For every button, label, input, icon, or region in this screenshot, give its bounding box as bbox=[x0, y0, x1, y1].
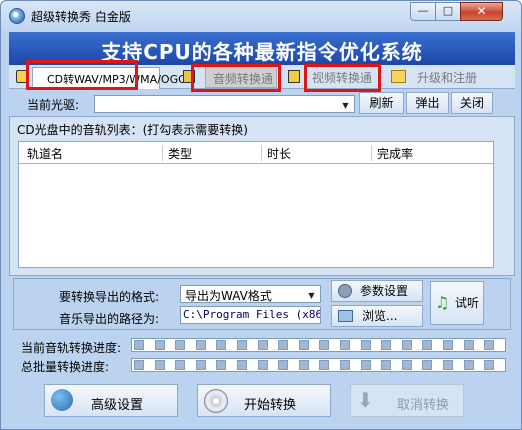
folder-icon bbox=[338, 310, 353, 322]
progress-segment bbox=[195, 360, 206, 370]
progress-segment bbox=[443, 360, 453, 370]
listen-button-label: 试听 bbox=[455, 296, 480, 310]
column-header-type[interactable]: 类型 bbox=[168, 145, 192, 162]
progress-segment bbox=[319, 360, 330, 370]
progress-segment bbox=[381, 340, 392, 350]
gear-icon bbox=[338, 284, 352, 298]
progress-segment bbox=[484, 340, 495, 350]
progress-segment bbox=[422, 340, 433, 350]
progress-segment bbox=[422, 360, 433, 370]
chevron-down-icon: ▼ bbox=[342, 101, 349, 110]
column-divider bbox=[371, 145, 372, 161]
format-select[interactable]: 导出为WAV格式 ▼ bbox=[180, 285, 321, 303]
close-tray-button[interactable]: 关闭 bbox=[451, 92, 493, 114]
format-select-value: 导出为WAV格式 bbox=[185, 289, 272, 303]
progress-segment bbox=[401, 360, 412, 370]
drive-label: 当前光驱: bbox=[27, 98, 80, 112]
disc-icon bbox=[204, 389, 228, 413]
progress-segment bbox=[257, 340, 268, 350]
advanced-settings-label: 高级设置 bbox=[91, 398, 144, 413]
progress-segment bbox=[360, 340, 371, 350]
progress-segment bbox=[340, 360, 350, 370]
folder-icon bbox=[391, 70, 406, 83]
title-bar: 超级转换秀 白金版 — □ ✕ bbox=[1, 1, 521, 31]
progress-segment bbox=[340, 340, 350, 350]
window-title: 超级转换秀 白金版 bbox=[31, 10, 131, 24]
app-window: 超级转换秀 白金版 — □ ✕ 支持CPU的各种最新指令优化系统 CD转WAV/… bbox=[0, 0, 522, 430]
arrow-down-icon: ⬇ bbox=[357, 388, 374, 412]
advanced-settings-button[interactable]: 高级设置 bbox=[44, 384, 178, 417]
column-divider bbox=[162, 145, 163, 161]
drive-select[interactable]: ▼ bbox=[94, 95, 355, 113]
cancel-convert-button[interactable]: ⬇ 取消转换 bbox=[350, 384, 464, 417]
start-convert-label: 开始转换 bbox=[244, 398, 297, 413]
progress-segment bbox=[298, 360, 309, 370]
progress-segment bbox=[216, 360, 227, 370]
progress-segment bbox=[237, 340, 247, 350]
column-header-progress[interactable]: 完成率 bbox=[377, 145, 413, 162]
tab-upgrade-register[interactable]: 升级和注册 bbox=[417, 69, 477, 86]
progress-segment bbox=[134, 360, 144, 370]
export-path-field[interactable]: C:\Program Files (x86)\ bbox=[180, 306, 321, 324]
close-icon: ✕ bbox=[476, 4, 487, 18]
progress-segment bbox=[257, 360, 268, 370]
track-progress-bar bbox=[131, 338, 506, 352]
progress-segment bbox=[134, 340, 144, 350]
highlight-box-audio bbox=[191, 64, 281, 92]
progress-segment bbox=[360, 360, 371, 370]
params-button[interactable]: 参数设置 bbox=[331, 280, 423, 302]
track-list-header: 轨道名 类型 时长 完成率 bbox=[19, 142, 493, 164]
track-list[interactable]: 轨道名 类型 时长 完成率 bbox=[18, 141, 494, 268]
progress-segment bbox=[463, 340, 474, 350]
progress-segment bbox=[175, 340, 186, 350]
highlight-box-video bbox=[304, 64, 381, 92]
progress-segment bbox=[278, 360, 289, 370]
total-progress-label: 总批量转换进度: bbox=[21, 360, 110, 374]
progress-segment bbox=[154, 360, 165, 370]
progress-segment bbox=[381, 360, 392, 370]
track-list-caption: CD光盘中的音轨列表：(打勾表示需要转换) bbox=[17, 123, 248, 137]
listen-button[interactable]: ♫ 试听 bbox=[430, 281, 484, 325]
progress-segment bbox=[195, 340, 206, 350]
progress-segment bbox=[237, 360, 247, 370]
total-progress-bar bbox=[131, 358, 506, 372]
film-icon bbox=[288, 70, 300, 83]
close-window-button[interactable]: ✕ bbox=[460, 2, 503, 21]
progress-segment bbox=[463, 360, 474, 370]
progress-segment bbox=[175, 360, 186, 370]
progress-segment bbox=[278, 340, 289, 350]
progress-segment bbox=[401, 340, 412, 350]
progress-segment bbox=[443, 340, 453, 350]
column-divider bbox=[261, 145, 262, 161]
progress-segment bbox=[484, 360, 495, 370]
progress-segment bbox=[154, 340, 165, 350]
track-progress-label: 当前音轨转换进度: bbox=[21, 341, 122, 355]
maximize-button[interactable]: □ bbox=[435, 2, 461, 21]
path-label: 音乐导出的路径为: bbox=[59, 312, 160, 326]
start-convert-button[interactable]: 开始转换 bbox=[197, 384, 331, 417]
chevron-down-icon: ▼ bbox=[308, 291, 315, 300]
browse-button-label: 浏览... bbox=[362, 309, 398, 323]
minimize-icon: — bbox=[417, 4, 429, 17]
refresh-button[interactable]: 刷新 bbox=[359, 92, 404, 114]
progress-segment bbox=[216, 340, 227, 350]
progress-segment bbox=[298, 340, 309, 350]
users-icon bbox=[51, 389, 73, 411]
format-label: 要转换导出的格式: bbox=[59, 290, 160, 304]
maximize-icon: □ bbox=[442, 4, 454, 17]
browse-button[interactable]: 浏览... bbox=[331, 305, 423, 327]
app-logo-icon bbox=[9, 8, 25, 24]
params-button-label: 参数设置 bbox=[360, 284, 409, 298]
progress-segment bbox=[319, 340, 330, 350]
music-note-icon: ♫ bbox=[435, 293, 450, 312]
eject-button[interactable]: 弹出 bbox=[406, 92, 449, 114]
minimize-button[interactable]: — bbox=[410, 2, 436, 21]
highlight-box-cd bbox=[26, 60, 138, 90]
cancel-convert-label: 取消转换 bbox=[397, 398, 450, 413]
column-header-duration[interactable]: 时长 bbox=[267, 145, 291, 162]
column-header-track[interactable]: 轨道名 bbox=[27, 145, 63, 162]
